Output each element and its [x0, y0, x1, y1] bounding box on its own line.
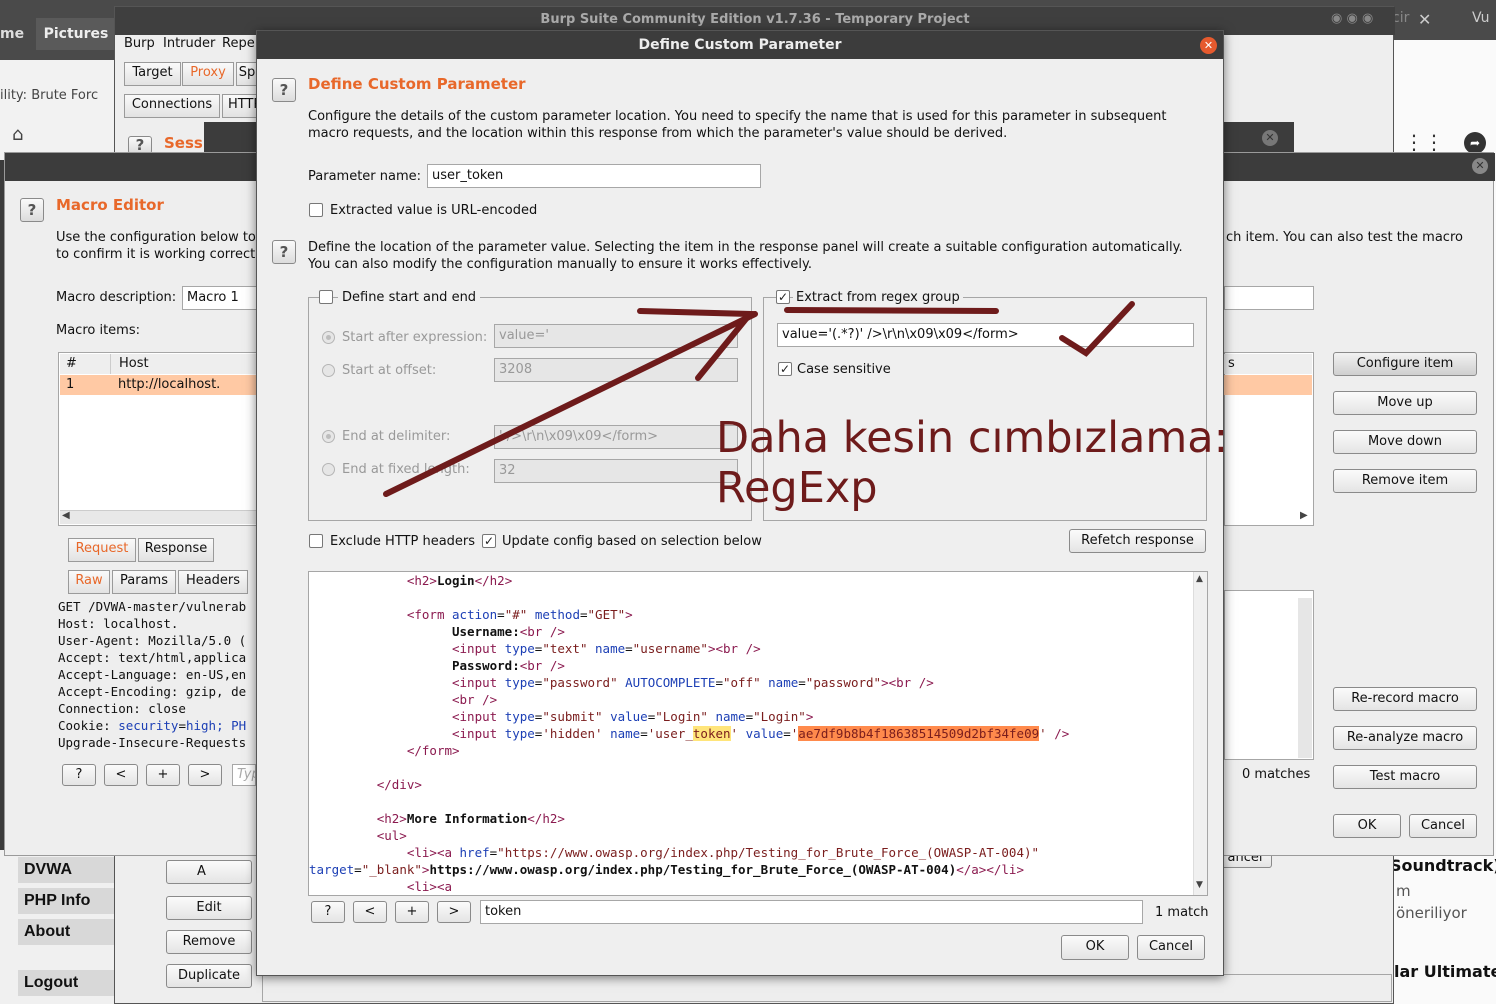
annotation-arrow-line	[383, 311, 758, 497]
annotation-checkmark	[1059, 301, 1135, 357]
annotation-underline	[784, 307, 999, 314]
annotation-text-line2: RegExp	[716, 463, 878, 513]
annotation-text-line1: Daha kesin cımbızlama:	[716, 413, 1229, 463]
